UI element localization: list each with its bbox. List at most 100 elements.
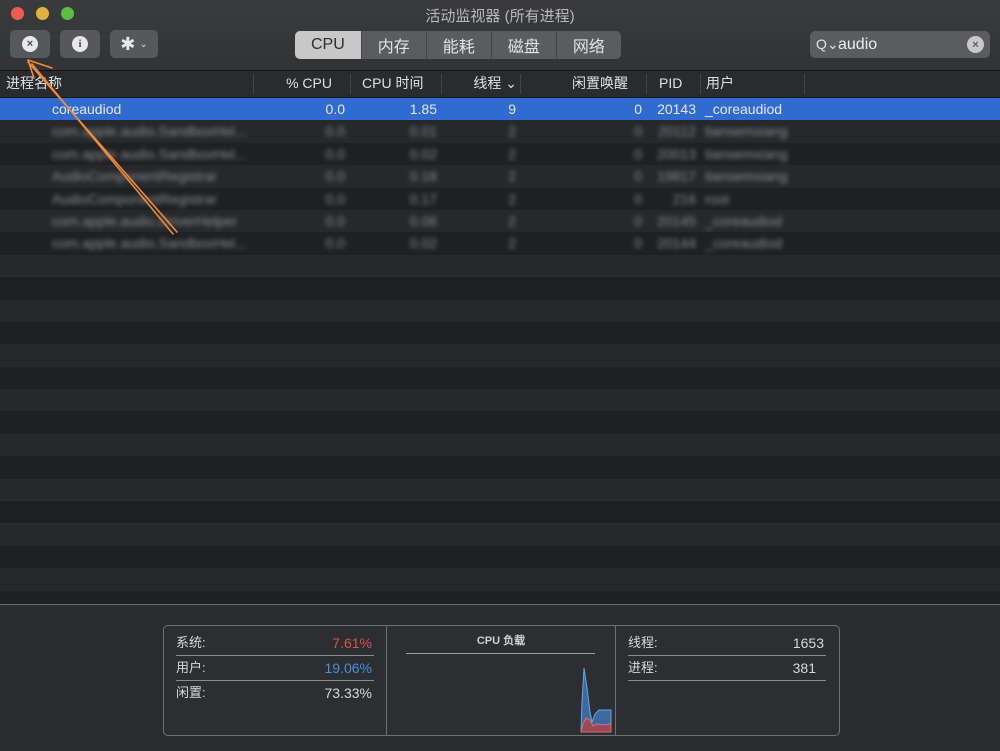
tab-network[interactable]: 网络 — [555, 31, 621, 59]
cell-idle: 0 — [634, 235, 642, 252]
cell-threads: 2 — [508, 212, 516, 229]
column-divider[interactable] — [350, 74, 351, 94]
empty-row — [0, 545, 1000, 569]
cell-time: 0.01 — [409, 123, 437, 140]
cpu-usage-stats: 系统: 7.61% 用户: 19.06% 闲置: 73.33% — [164, 626, 387, 735]
cell-threads: 2 — [508, 145, 516, 162]
column-threads[interactable]: 线程 ⌄ — [450, 71, 517, 97]
action-menu-button[interactable]: ✱ ⌄ — [110, 30, 158, 58]
column-divider[interactable] — [646, 74, 647, 94]
cell-name: coreaudiod — [52, 101, 122, 117]
view-tabs: CPU 内存 能耗 磁盘 网络 — [295, 31, 621, 59]
cell-name: AudioComponentRegistrar — [52, 168, 217, 185]
cell-name: com.apple.audio.SandboxHel... — [52, 145, 247, 162]
column-user[interactable]: 用户 — [706, 71, 734, 97]
stat-processes: 进程: 381 — [628, 656, 826, 681]
cell-user: tiansemxiang — [705, 168, 788, 185]
tab-memory[interactable]: 内存 — [360, 31, 426, 59]
column-cpu-time[interactable]: CPU 时间 — [362, 71, 423, 97]
cell-threads: 2 — [508, 168, 516, 185]
cell-idle: 0 — [634, 212, 642, 229]
column-divider[interactable] — [700, 74, 701, 94]
stat-threads-label: 线程: — [628, 635, 658, 650]
stat-processes-label: 进程: — [628, 660, 658, 675]
empty-row — [0, 501, 1000, 524]
cell-threads: 2 — [508, 123, 516, 140]
cell-time: 1.85 — [409, 101, 437, 117]
stat-threads: 线程: 1653 — [628, 631, 826, 656]
chevron-down-icon: ⌄ — [139, 38, 148, 50]
empty-row — [0, 389, 1000, 412]
empty-row — [0, 277, 1000, 300]
window-title: 活动监视器 (所有进程) — [425, 8, 575, 25]
search-input[interactable] — [838, 35, 958, 54]
stat-idle-value: 73.33% — [324, 685, 372, 701]
table-row[interactable]: com.apple.audio.SandboxHel... 0.0 0.02 2 0 20… — [0, 232, 1000, 255]
column-idle-wakeups[interactable]: 闲置唤醒 — [572, 71, 628, 97]
stat-system: 系统: 7.61% — [176, 631, 374, 656]
table-row[interactable]: coreaudiod 0.0 1.85 9 0 20143 _coreaudiod — [0, 98, 1000, 121]
cell-cpu: 0.0 — [325, 123, 345, 140]
process-count-stats: 线程: 1653 进程: 381 — [616, 626, 838, 735]
stat-processes-value: 381 — [792, 660, 816, 676]
cell-threads: 2 — [508, 235, 516, 252]
cell-user: _coreaudiod — [705, 212, 783, 229]
cell-user: tiansemxiang — [705, 145, 788, 162]
gear-icon: ✱ — [120, 33, 136, 54]
cell-pid: 20112 — [658, 123, 696, 140]
empty-row — [0, 411, 1000, 434]
cell-pid: 20013 — [657, 145, 696, 162]
column-process-name[interactable]: 进程名称 — [6, 71, 62, 97]
search-icon[interactable]: Q⌄ — [816, 36, 839, 53]
tab-disk[interactable]: 磁盘 — [490, 31, 556, 59]
clear-search-button[interactable]: × — [967, 36, 984, 53]
column-divider[interactable] — [520, 74, 521, 94]
column-pid[interactable]: PID — [659, 71, 682, 97]
tab-energy[interactable]: 能耗 — [425, 31, 491, 59]
cell-idle: 0 — [634, 101, 642, 117]
empty-row — [0, 456, 1000, 479]
cell-name: com.apple.audio.SandboxHel... — [52, 235, 247, 252]
cell-pid: 20145 — [657, 212, 696, 229]
table-row[interactable]: com.apple.audio.SandboxHel... 0.0 0.02 2 0 20… — [0, 142, 1000, 166]
column-divider[interactable] — [804, 74, 805, 94]
process-table: coreaudiod 0.0 1.85 9 0 20143 _coreaudiod com.a… — [0, 98, 1000, 603]
table-row[interactable]: AudioComponentRegistrar 0.0 0.18 2 0 19817 tia… — [0, 165, 1000, 188]
table-row[interactable]: com.apple.audio.SandboxHel... 0.0 0.01 2 0 20… — [0, 120, 1000, 143]
column-divider[interactable] — [441, 74, 442, 94]
table-row[interactable]: AudioComponentRegistrar 0.0 0.17 2 0 216 root — [0, 187, 1000, 210]
cell-idle: 0 — [634, 145, 642, 162]
column-cpu-percent[interactable]: % CPU — [260, 71, 332, 97]
search-field: Q⌄ × — [810, 31, 990, 58]
cell-cpu: 0.0 — [325, 145, 345, 162]
cell-cpu: 0.0 — [325, 235, 345, 252]
stat-threads-value: 1653 — [792, 635, 824, 651]
cell-name: com.apple.audio.DriverHelper — [52, 212, 238, 229]
cell-cpu: 0.0 — [325, 168, 345, 185]
cell-cpu: 0.0 — [325, 212, 345, 229]
cell-idle: 0 — [634, 168, 642, 185]
stop-process-button[interactable]: × — [10, 30, 50, 58]
cpu-summary-panel: 系统: 7.61% 用户: 19.06% 闲置: 73.33% CPU 负载 线… — [163, 625, 840, 736]
inspect-process-button[interactable]: i — [60, 30, 100, 58]
cell-cpu: 0.0 — [325, 101, 345, 117]
cell-cpu: 0.0 — [325, 190, 345, 207]
cell-threads: 2 — [508, 190, 516, 207]
cell-idle: 0 — [634, 190, 642, 207]
cell-user: _coreaudiod — [705, 235, 783, 252]
empty-row — [0, 568, 1000, 591]
titlebar: 活动监视器 (所有进程) × i ✱ ⌄ CPU 内存 能耗 磁盘 网络 Q⌄ … — [0, 0, 1000, 71]
cell-user: root — [705, 190, 730, 207]
cell-name: AudioComponentRegistrar — [52, 190, 217, 207]
cell-time: 0.02 — [409, 145, 437, 162]
cell-pid: 20144 — [657, 235, 696, 252]
empty-row — [0, 254, 1000, 278]
table-row[interactable]: com.apple.audio.DriverHelper 0.0 0.06 2 0 201… — [0, 209, 1000, 233]
cell-pid: 216 — [672, 190, 696, 207]
empty-row — [0, 321, 1000, 345]
empty-row — [0, 433, 1000, 457]
column-divider[interactable] — [253, 74, 254, 94]
stat-user-label: 用户: — [176, 660, 206, 675]
empty-row — [0, 344, 1000, 367]
tab-cpu[interactable]: CPU — [295, 31, 361, 59]
